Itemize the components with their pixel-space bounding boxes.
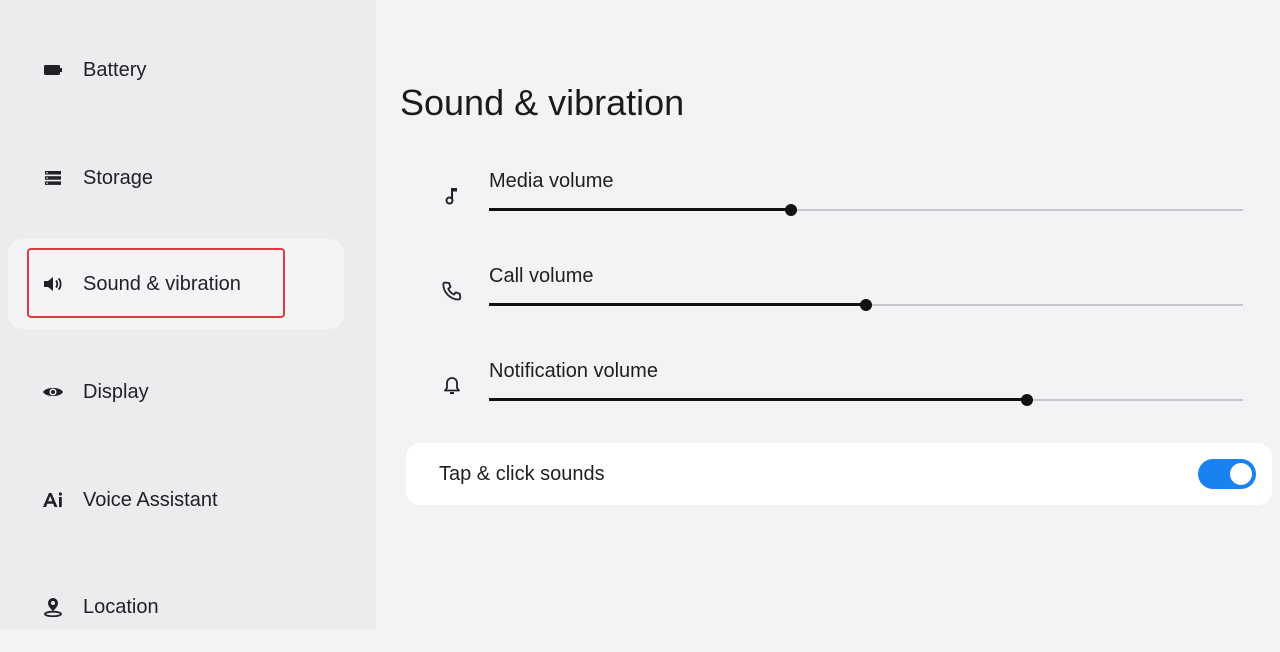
selection-highlight — [27, 248, 285, 318]
sidebar-item-display[interactable]: Display — [8, 347, 344, 437]
notification-volume-row: Notification volume — [430, 360, 1250, 420]
tap-click-sounds-label: Tap & click sounds — [439, 463, 605, 485]
media-volume-label: Media volume — [489, 170, 614, 192]
sidebar-item-label: Display — [83, 380, 149, 403]
slider-thumb[interactable] — [1021, 394, 1034, 406]
call-volume-row: Call volume — [430, 265, 1250, 325]
slider-thumb[interactable] — [784, 204, 797, 216]
sidebar-item-battery[interactable]: Battery — [8, 25, 344, 115]
tap-click-sounds-card[interactable]: Tap & click sounds — [406, 443, 1272, 505]
sidebar-item-storage[interactable]: Storage — [8, 133, 344, 223]
sidebar-item-voice-assistant[interactable]: Voice Assistant — [8, 455, 344, 545]
slider-fill — [489, 398, 1028, 401]
call-volume-label: Call volume — [489, 265, 594, 287]
bell-icon — [440, 374, 464, 398]
media-volume-row: Media volume — [430, 170, 1250, 230]
battery-icon — [42, 59, 64, 81]
sidebar-item-label: Storage — [83, 166, 154, 189]
location-pin-icon — [42, 596, 64, 618]
notification-volume-slider[interactable] — [489, 394, 1243, 406]
slider-fill — [489, 208, 791, 211]
call-volume-slider[interactable] — [489, 299, 1243, 311]
notification-volume-label: Notification volume — [489, 360, 658, 382]
phone-icon — [440, 279, 464, 303]
slider-fill — [489, 303, 866, 306]
music-note-icon — [440, 184, 464, 208]
slider-thumb[interactable] — [860, 299, 872, 311]
page-title: Sound & vibration — [400, 82, 685, 123]
storage-icon — [42, 167, 64, 189]
sidebar-item-label: Voice Assistant — [83, 488, 218, 511]
sidebar-item-label: Location — [83, 595, 159, 618]
toggle-knob — [1230, 463, 1252, 485]
media-volume-slider[interactable] — [489, 204, 1243, 216]
sidebar-item-label: Battery — [83, 58, 147, 81]
tap-click-sounds-toggle[interactable] — [1198, 459, 1256, 489]
sidebar-item-location[interactable]: Location — [8, 562, 344, 652]
ai-icon — [42, 489, 64, 511]
eye-icon — [42, 381, 64, 403]
